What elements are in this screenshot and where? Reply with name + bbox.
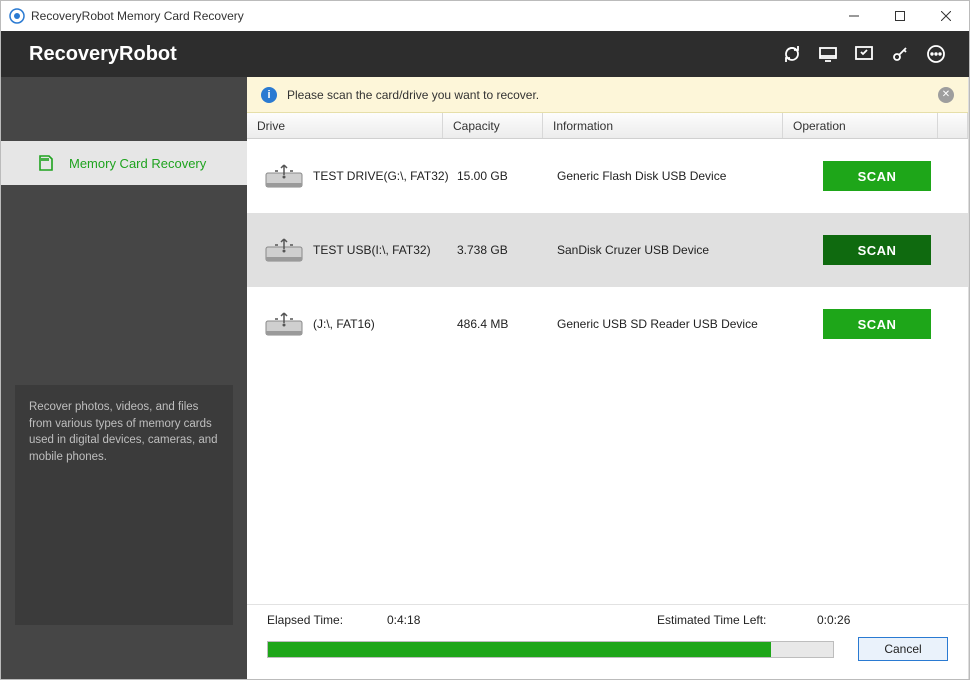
window-maximize-button[interactable] (877, 1, 923, 31)
progress-bar (267, 641, 834, 658)
window-title: RecoveryRobot Memory Card Recovery (31, 9, 244, 23)
usb-drive-icon (261, 158, 307, 194)
info-icon: i (261, 87, 277, 103)
col-header-information[interactable]: Information (543, 113, 783, 138)
col-header-tail (938, 113, 968, 138)
col-header-capacity[interactable]: Capacity (443, 113, 543, 138)
window-titlebar: RecoveryRobot Memory Card Recovery (1, 1, 969, 31)
scan-button[interactable]: SCAN (823, 161, 931, 191)
remaining-time-value: 0:0:26 (817, 613, 937, 627)
drive-list: TEST DRIVE(G:\, FAT32) 15.00 GB Generic … (247, 139, 968, 604)
drive-row[interactable]: TEST DRIVE(G:\, FAT32) 15.00 GB Generic … (247, 139, 968, 213)
window-minimize-button[interactable] (831, 1, 877, 31)
sidebar-item-label: Memory Card Recovery (69, 156, 206, 171)
sidebar-item-memory-card-recovery[interactable]: Memory Card Recovery (1, 141, 247, 185)
monitor-icon[interactable] (813, 39, 843, 69)
drive-row[interactable]: TEST USB(I:\, FAT32) 3.738 GB SanDisk Cr… (247, 213, 968, 287)
app-brand: RecoveryRobot (29, 43, 177, 66)
feedback-icon[interactable] (849, 39, 879, 69)
main-content: i Please scan the card/drive you want to… (247, 77, 969, 679)
window-close-button[interactable] (923, 1, 969, 31)
app-icon (9, 8, 25, 24)
memory-card-icon (37, 154, 55, 172)
usb-drive-icon (261, 232, 307, 268)
elapsed-time-value: 0:4:18 (387, 613, 507, 627)
drive-name: TEST USB(I:\, FAT32) (313, 243, 431, 257)
app-header: RecoveryRobot (1, 31, 969, 77)
drive-name: (J:\, FAT16) (313, 317, 375, 331)
drive-info: Generic Flash Disk USB Device (557, 169, 797, 183)
notice-text: Please scan the card/drive you want to r… (287, 88, 539, 102)
elapsed-time-label: Elapsed Time: (267, 613, 387, 627)
usb-drive-icon (261, 306, 307, 342)
sidebar-description: Recover photos, videos, and files from v… (15, 385, 233, 625)
col-header-drive[interactable]: Drive (247, 113, 443, 138)
close-notice-button[interactable]: ✕ (938, 87, 954, 103)
scan-button[interactable]: SCAN (823, 309, 931, 339)
drive-capacity: 15.00 GB (457, 169, 557, 183)
cancel-button[interactable]: Cancel (858, 637, 948, 661)
drive-info: SanDisk Cruzer USB Device (557, 243, 797, 257)
drive-capacity: 3.738 GB (457, 243, 557, 257)
progress-fill (268, 642, 771, 657)
notice-bar: i Please scan the card/drive you want to… (247, 77, 968, 113)
scan-button[interactable]: SCAN (823, 235, 931, 265)
scan-footer: Elapsed Time: 0:4:18 Estimated Time Left… (247, 604, 968, 679)
drive-name: TEST DRIVE(G:\, FAT32) (313, 169, 449, 183)
drive-info: Generic USB SD Reader USB Device (557, 317, 797, 331)
table-header: Drive Capacity Information Operation (247, 113, 968, 139)
remaining-time-label: Estimated Time Left: (657, 613, 817, 627)
key-icon[interactable] (885, 39, 915, 69)
drive-capacity: 486.4 MB (457, 317, 557, 331)
col-header-operation[interactable]: Operation (783, 113, 938, 138)
more-icon[interactable] (921, 39, 951, 69)
drive-row[interactable]: (J:\, FAT16) 486.4 MB Generic USB SD Rea… (247, 287, 968, 361)
sidebar: Memory Card Recovery Recover photos, vid… (1, 77, 247, 679)
refresh-button[interactable] (777, 39, 807, 69)
